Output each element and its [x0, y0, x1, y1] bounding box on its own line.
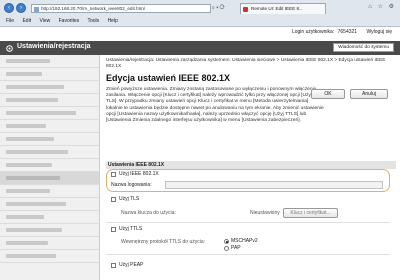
internal-protocol-label: Wewnętrzny protokół TTLS do użycia: — [121, 239, 206, 245]
menu-file[interactable]: File — [6, 18, 14, 24]
key-and-certificate-button[interactable]: Klucz i certyfikat... — [283, 208, 338, 218]
sidebar-item[interactable] — [0, 146, 99, 159]
sidebar-item-label — [6, 176, 60, 180]
sidebar-item-label — [6, 228, 62, 232]
sidebar-item[interactable] — [0, 237, 99, 250]
pap-radio[interactable] — [224, 246, 229, 251]
mschapv2-radio[interactable] — [224, 239, 229, 244]
forward-icon[interactable]: › — [16, 3, 26, 13]
sidebar-item[interactable] — [0, 250, 99, 263]
pap-label: PAP — [231, 245, 241, 251]
tab-favicon — [243, 6, 248, 12]
page-title: Edycja ustawień IEEE 802.1X — [106, 73, 231, 83]
sidebar-item-label — [6, 98, 58, 102]
mail-to-system-button[interactable]: Wiadomość do systemu — [333, 43, 394, 52]
sidebar-item-label — [6, 202, 66, 206]
login-name-field[interactable] — [165, 181, 383, 189]
sidebar-item-selected[interactable] — [0, 172, 99, 185]
use-ttls-checkbox[interactable] — [111, 227, 116, 232]
sidebar-item-label — [6, 254, 56, 258]
key-name-label: Nazwa klucza do użycia: — [121, 210, 176, 216]
sidebar-item-label — [6, 215, 44, 219]
menu-help[interactable]: Help — [108, 18, 118, 24]
use-tls-checkbox[interactable] — [111, 197, 116, 202]
ok-button[interactable]: OK — [311, 89, 345, 99]
sidebar — [0, 55, 100, 280]
sidebar-item-label — [6, 163, 52, 167]
sidebar-item[interactable] — [0, 159, 99, 172]
window-icons[interactable]: ⌂ ☆ ⚙ — [368, 3, 396, 10]
use-ieee-label: Użyj IEEE 802.1X — [119, 171, 159, 177]
key-status-value: Nieustawiony — [250, 210, 280, 216]
menu-view[interactable]: View — [39, 18, 50, 24]
use-ttls-label: Użyj TTLS — [119, 226, 143, 232]
sidebar-item[interactable] — [0, 107, 99, 120]
use-ieee-checkbox[interactable] — [111, 172, 116, 177]
sidebar-item-label — [6, 72, 42, 76]
back-icon[interactable]: ‹ — [4, 3, 14, 13]
page-icon — [34, 6, 39, 12]
sidebar-item-label — [6, 124, 46, 128]
sidebar-item[interactable] — [0, 94, 99, 107]
address-bar[interactable]: http://192.168.20.70/rn_network_ieee802_… — [31, 4, 211, 13]
sidebar-item-label — [6, 241, 48, 245]
address-text: http://192.168.20.70/rn_network_ieee802_… — [41, 6, 145, 11]
menu-tools[interactable]: Tools — [87, 18, 99, 24]
sidebar-item[interactable] — [0, 120, 99, 133]
sidebar-item[interactable] — [0, 133, 99, 146]
sidebar-item-label — [6, 189, 50, 193]
sidebar-item[interactable] — [0, 198, 99, 211]
address-tools[interactable]: ⌕ ▾ ⟳ — [212, 5, 225, 11]
sidebar-item-label — [6, 59, 50, 63]
settings-icon — [6, 45, 13, 52]
divider — [106, 254, 390, 255]
sidebar-item[interactable] — [0, 68, 99, 81]
browser-tab[interactable]: Remote UI: Edit IEEE 8... — [240, 3, 326, 14]
sidebar-item-label — [6, 150, 68, 154]
mschapv2-label: MSCHAPv2 — [231, 238, 258, 244]
sidebar-item[interactable] — [0, 224, 99, 237]
use-peap-checkbox[interactable] — [111, 263, 116, 268]
menu-edit[interactable]: Edit — [22, 18, 31, 24]
divider — [106, 222, 390, 223]
sidebar-item-label — [6, 85, 64, 89]
use-tls-label: Użyj TLS — [119, 196, 140, 202]
user-info: Login użytkownika: 7654321 Wyloguj się — [292, 29, 392, 35]
sidebar-item-label — [6, 111, 76, 115]
tab-label: Remote UI: Edit IEEE 8... — [251, 6, 303, 11]
login-name-label: Nazwa logowania: — [111, 182, 152, 188]
logout-link[interactable]: Wyloguj się — [366, 29, 392, 35]
user-name: 7654321 — [337, 29, 358, 35]
cancel-button[interactable]: Anuluj — [350, 89, 388, 99]
section-header: Ustawienia IEEE 802.1X — [106, 161, 396, 169]
sidebar-item[interactable] — [0, 185, 99, 198]
breadcrumb: Ustawienia/rejestracja: Ustawienia zarzą… — [106, 58, 386, 69]
login-label: Login użytkownika: — [291, 29, 335, 35]
sidebar-item[interactable] — [0, 81, 99, 94]
menu-favorites[interactable]: Favorites — [59, 18, 80, 24]
notice-text: Zmień powyższe ustawienia. Zmiany zostan… — [106, 87, 324, 124]
sidebar-item[interactable] — [0, 55, 99, 68]
use-peap-label: Użyj PEAP — [119, 262, 144, 268]
page-section-title: Ustawienia/rejestracja — [17, 43, 91, 50]
menu-bar: File Edit View Favorites Tools Help — [0, 16, 400, 26]
sidebar-item-label — [6, 137, 54, 141]
sidebar-item[interactable] — [0, 211, 99, 224]
